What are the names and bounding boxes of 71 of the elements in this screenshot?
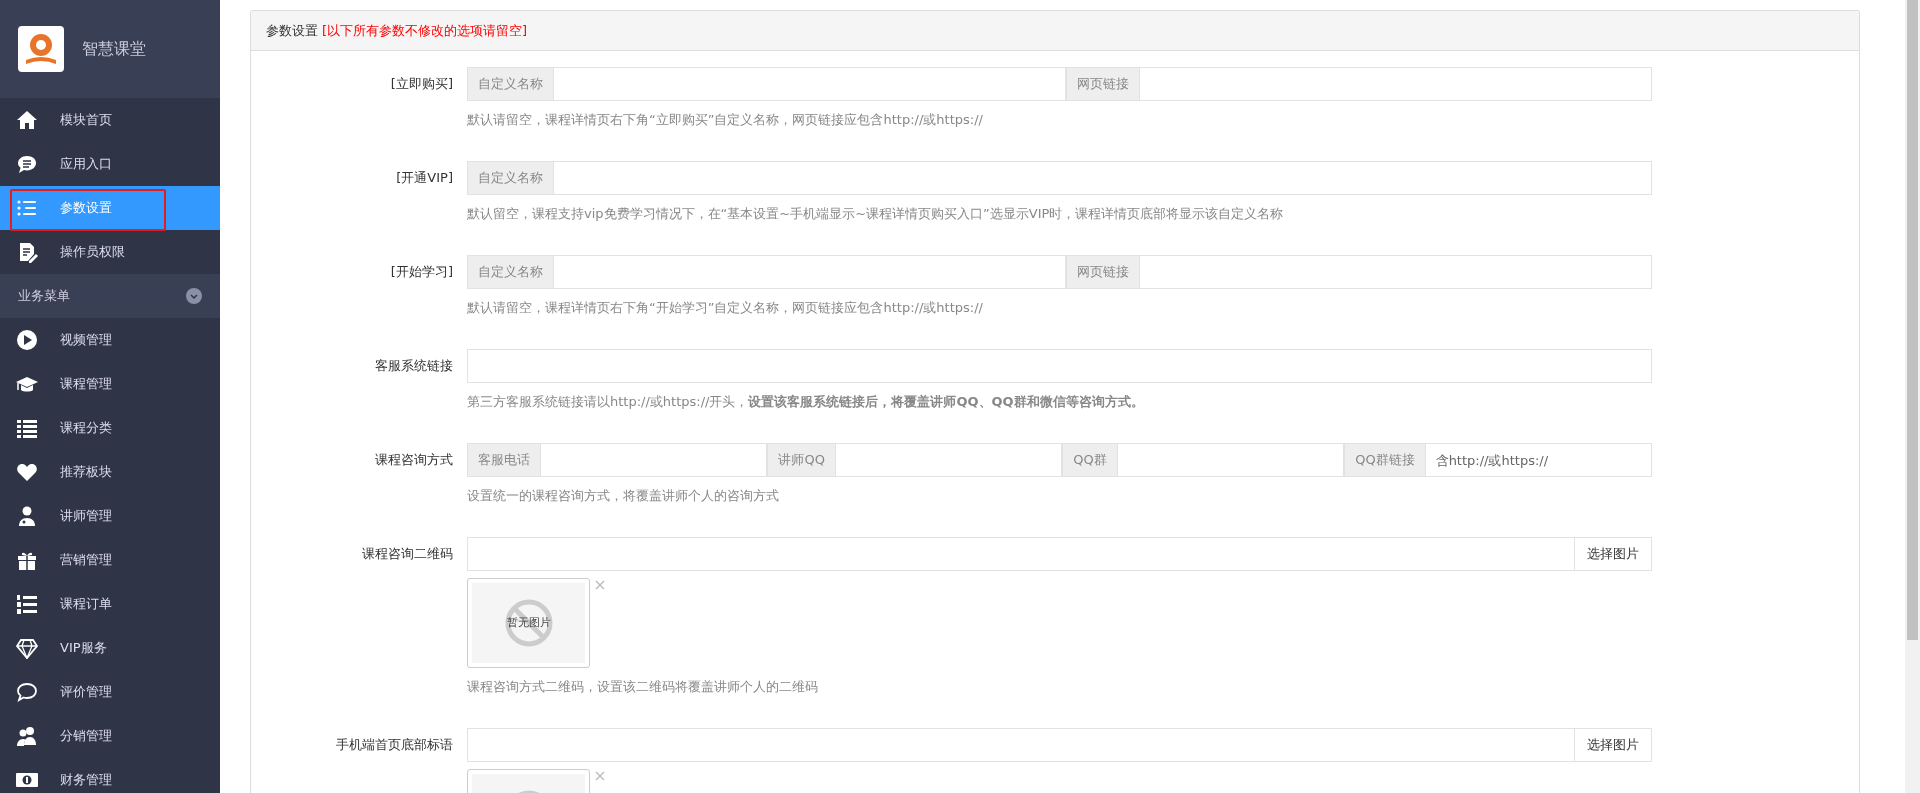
diamond-icon [16, 637, 38, 659]
sidebar-item[interactable]: 评价管理 [0, 670, 220, 714]
sidebar-item[interactable]: 讲师管理 [0, 494, 220, 538]
chat-bubble-icon [16, 153, 38, 175]
sidebar-item[interactable]: 课程管理 [0, 362, 220, 406]
chevron-icon [186, 288, 202, 304]
sidebar-item[interactable]: 操作员权限 [0, 230, 220, 274]
input-addon: 网页链接 [1066, 67, 1140, 101]
panel-title: 参数设置 [266, 21, 318, 40]
input-addon: 自定义名称 [467, 255, 554, 289]
input-field[interactable] [554, 67, 1066, 101]
scrollbar[interactable] [1905, 0, 1920, 793]
field-label: 手机端首页底部标语 [335, 736, 454, 754]
input-field[interactable] [467, 349, 1652, 383]
input-field[interactable] [1140, 67, 1652, 101]
play-icon [16, 329, 38, 351]
sidebar-item[interactable]: 课程分类 [0, 406, 220, 450]
sidebar-item[interactable]: 模块首页 [0, 98, 220, 142]
help-text: 默认请留空，课程详情页右下角“开始学习”自定义名称，网页链接应包含http://或https:// [467, 299, 984, 317]
no-image-icon [503, 598, 554, 648]
input-addon: 自定义名称 [467, 161, 554, 195]
input-addon: 讲师QQ [767, 443, 836, 477]
sidebar-item[interactable]: 营销管理 [0, 538, 220, 582]
input-addon: QQ群链接 [1344, 443, 1426, 477]
input-field[interactable] [541, 443, 768, 477]
field-label: 课程咨询方式 [374, 451, 454, 469]
heart-icon [16, 461, 38, 483]
sidebar-item[interactable]: 应用入口 [0, 142, 220, 186]
choose-image-button[interactable]: 选择图片 [1575, 728, 1652, 762]
sidebar-item[interactable]: VIP服务 [0, 626, 220, 670]
input-field[interactable] [835, 443, 1063, 477]
list-icon [16, 417, 38, 439]
input-addon: 网页链接 [1066, 255, 1140, 289]
input-field[interactable]: 含http://或https:// [1425, 443, 1653, 477]
field-label: [开通VIP] [395, 169, 454, 187]
numbered-list-icon [16, 593, 38, 615]
help-text: 设置统一的课程咨询方式，将覆盖讲师个人的咨询方式 [467, 487, 780, 505]
speech-bubble-icon [16, 681, 38, 703]
sidebar-item[interactable]: 分销管理 [0, 714, 220, 758]
users-icon [16, 725, 38, 747]
help-text: 课程咨询方式二维码，设置该二维码将覆盖讲师个人的二维码 [467, 678, 819, 696]
input-field[interactable] [554, 161, 1652, 195]
panel-note: [以下所有参数不修改的选项请留空] [322, 21, 528, 40]
brand-name: 智慧课堂 [82, 38, 146, 60]
menu-section-header[interactable]: 业务菜单 [0, 274, 220, 318]
sidebar-item[interactable]: 推荐板块 [0, 450, 220, 494]
home-icon [16, 109, 38, 131]
field-label: [开始学习] [389, 263, 454, 281]
input-addon: QQ群 [1062, 443, 1118, 477]
field-label: [立即购买] [389, 75, 454, 93]
input-field[interactable] [1140, 255, 1652, 289]
no-image-text: 暂无图片 [505, 614, 552, 631]
close-icon[interactable] [595, 580, 605, 590]
input-addon: 客服电话 [467, 443, 541, 477]
field-label: 课程咨询二维码 [361, 545, 454, 563]
input-field[interactable] [467, 537, 1575, 571]
help-text: 第三方客服系统链接请以http://或https://开头，设置该客服系统链接后，将覆盖讲师QQ、QQ群和微信等咨询方式。 [467, 393, 1145, 411]
input-addon: 自定义名称 [467, 67, 554, 101]
input-field[interactable] [554, 255, 1066, 289]
person-icon [16, 505, 38, 527]
input-field[interactable] [467, 728, 1575, 762]
sidebar-item[interactable]: 财务管理 [0, 758, 220, 793]
close-icon[interactable] [595, 771, 605, 781]
sidebar-item[interactable]: 课程订单 [0, 582, 220, 626]
input-field[interactable] [1117, 443, 1345, 477]
help-text: 默认请留空，课程详情页右下角“立即购买”自定义名称，网页链接应包含http://或https:// [467, 111, 984, 129]
sidebar-item[interactable]: 视频管理 [0, 318, 220, 362]
help-text: 默认留空，课程支持vip免费学习情况下，在“基本设置~手机端显示~课程详情页购买入口”选显示VIP时，课程详情页底部将显示该自定义名称 [467, 205, 1285, 223]
logo-icon [18, 26, 64, 72]
choose-image-button[interactable]: 选择图片 [1575, 537, 1652, 571]
field-label: 客服系统链接 [374, 357, 454, 375]
